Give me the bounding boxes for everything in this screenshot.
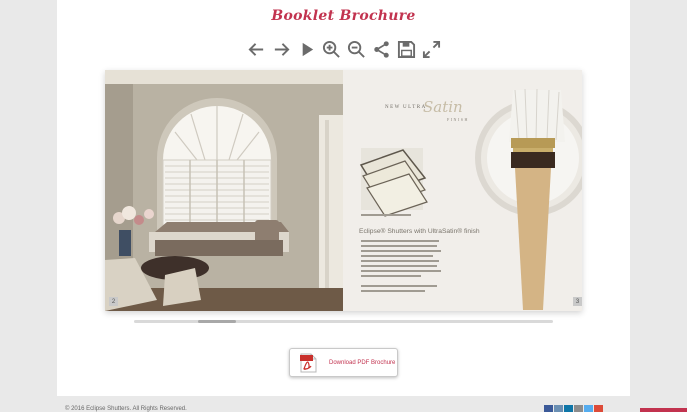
zoom-in-button[interactable] xyxy=(321,39,341,59)
zoom-in-icon xyxy=(322,40,340,58)
pdf-icon xyxy=(300,353,317,373)
linkedin-icon[interactable] xyxy=(564,405,573,412)
right-page-number[interactable]: 3 xyxy=(573,297,582,306)
right-page[interactable]: NEW ULTRA Satin FINISH Eclipse® Shutters… xyxy=(343,70,582,311)
next-page-button[interactable] xyxy=(271,39,291,59)
twitter-icon[interactable] xyxy=(584,405,593,412)
page-title: Booklet Brochure xyxy=(271,8,416,24)
share-button[interactable] xyxy=(371,39,391,59)
heading-new: NEW xyxy=(385,105,401,110)
fullscreen-button[interactable] xyxy=(421,39,441,59)
email-icon[interactable] xyxy=(554,405,563,412)
autoplay-button[interactable] xyxy=(296,39,316,59)
download-label: Download PDF Brochure xyxy=(329,359,396,366)
prev-page-button[interactable] xyxy=(246,39,266,59)
googleplus-icon[interactable] xyxy=(594,405,603,412)
facebook-icon[interactable] xyxy=(544,405,553,412)
left-page-number[interactable]: 2 xyxy=(109,297,118,306)
heading-satin: Satin xyxy=(423,98,463,116)
left-page[interactable]: 2 xyxy=(105,70,343,311)
zoom-out-icon xyxy=(347,40,365,58)
page-scrollbar[interactable] xyxy=(134,320,553,323)
footer-copyright: © 2016 Eclipse Shutters. All Rights Rese… xyxy=(65,406,187,412)
flipbook-toolbar xyxy=(246,38,441,60)
download-pdf-button[interactable]: Download PDF Brochure xyxy=(289,348,398,377)
play-icon xyxy=(302,42,313,56)
save-icon xyxy=(397,40,415,58)
arrow-left-icon xyxy=(248,42,263,56)
pinterest-icon[interactable] xyxy=(574,405,583,412)
footer-accent-bar xyxy=(640,408,687,412)
arrow-right-icon xyxy=(274,42,289,56)
product-title: Eclipse® Shutters with UltraSatin® finis… xyxy=(359,227,480,235)
scrollbar-thumb[interactable] xyxy=(198,320,236,323)
fullscreen-icon xyxy=(422,40,440,58)
social-links xyxy=(544,405,603,412)
flipbook[interactable]: 2 NEW ULTRA Satin FINISH Eclipse® Shutte… xyxy=(105,70,582,311)
save-button[interactable] xyxy=(396,39,416,59)
zoom-out-button[interactable] xyxy=(346,39,366,59)
room-photo xyxy=(105,70,343,311)
ultrasatin-ad: NEW ULTRA Satin FINISH Eclipse® Shutters… xyxy=(343,70,582,311)
share-icon xyxy=(373,40,389,58)
heading-finish: FINISH xyxy=(447,117,469,122)
